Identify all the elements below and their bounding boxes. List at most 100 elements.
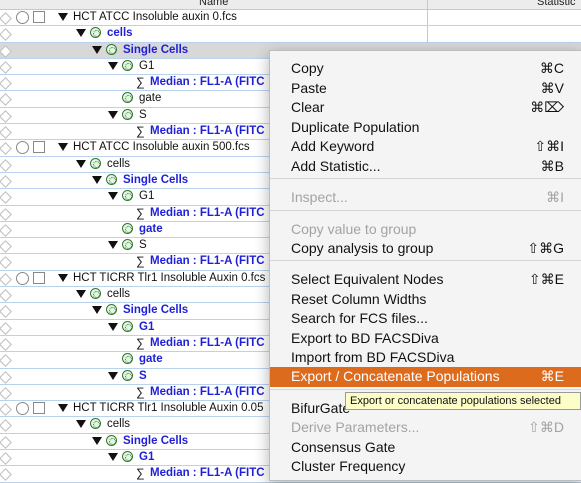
disclosure-triangle-icon[interactable] xyxy=(92,45,102,54)
disclosure-triangle-icon[interactable] xyxy=(76,159,86,168)
disclosure-triangle-icon[interactable] xyxy=(108,371,118,380)
diamond-icon xyxy=(0,354,12,368)
menu-item-consensus-gate[interactable]: Consensus Gate xyxy=(270,438,581,458)
menu-item-label: Copy xyxy=(291,60,324,76)
gate-label: Single Cells xyxy=(123,173,189,186)
checkbox-icon[interactable] xyxy=(33,271,45,284)
tooltip: Export or concatenate populations select… xyxy=(345,392,581,410)
diamond-icon xyxy=(0,142,12,156)
name-column-header[interactable]: Name xyxy=(199,0,228,8)
menu-item-shortcut: ⇧⌘D xyxy=(528,419,564,435)
statistic-label: Median : FL1-A (FITC xyxy=(150,255,265,268)
menu-item-shortcut: ⌘⌦ xyxy=(530,99,564,115)
gate-label: G1 xyxy=(139,451,155,464)
menu-separator xyxy=(270,389,581,390)
gate-icon xyxy=(122,59,133,71)
menu-item-label: Search for FCS files... xyxy=(291,310,428,326)
menu-item-cluster-frequency[interactable]: Cluster Frequency xyxy=(270,457,581,477)
diamond-icon xyxy=(0,12,12,25)
diamond-icon xyxy=(0,93,12,107)
disclosure-triangle-icon[interactable] xyxy=(76,29,86,38)
disclosure-triangle-icon[interactable] xyxy=(92,175,102,184)
disclosure-triangle-icon[interactable] xyxy=(58,404,68,413)
diamond-icon xyxy=(0,28,12,42)
gate-label: S xyxy=(139,108,147,121)
menu-item-label: Duplicate Population xyxy=(291,119,420,135)
statistic-label: Median : FL1-A (FITC xyxy=(150,125,265,138)
disclosure-triangle-icon[interactable] xyxy=(108,61,118,70)
gate-icon xyxy=(90,418,101,430)
disclosure-triangle-icon[interactable] xyxy=(92,436,102,445)
menu-item-export-concatenate-populations[interactable]: Export / Concatenate Populations ⌘E xyxy=(270,367,581,387)
menu-item-paste[interactable]: Paste ⌘V xyxy=(270,79,581,99)
gate-label: Single Cells xyxy=(123,434,189,447)
gate-label: G1 xyxy=(139,320,155,333)
disclosure-triangle-icon[interactable] xyxy=(76,420,86,429)
radio-circle-icon[interactable] xyxy=(16,141,29,155)
gate-label: gate xyxy=(139,353,163,366)
menu-item-label: Copy analysis to group xyxy=(291,240,434,256)
diamond-icon xyxy=(0,452,12,465)
menu-item-search-for-fcs-files[interactable]: Search for FCS files... xyxy=(270,309,581,329)
diamond-icon xyxy=(0,256,12,270)
disclosure-triangle-icon[interactable] xyxy=(108,453,118,462)
disclosure-triangle-icon[interactable] xyxy=(108,192,118,201)
menu-item-add-statistic[interactable]: Add Statistic... ⌘B xyxy=(270,157,581,177)
menu-item-label: Cluster Frequency xyxy=(291,458,406,474)
disclosure-triangle-icon[interactable] xyxy=(108,110,118,119)
disclosure-triangle-icon[interactable] xyxy=(108,241,118,250)
diamond-icon xyxy=(0,175,12,188)
disclosure-triangle-icon[interactable] xyxy=(58,143,68,152)
gate-icon xyxy=(122,369,133,381)
menu-item-copy-analysis-to-group[interactable]: Copy analysis to group ⇧⌘G xyxy=(270,239,581,259)
column-header: Name Statistic xyxy=(0,0,581,10)
menu-item-clear[interactable]: Clear ⌘⌦ xyxy=(270,98,581,118)
sigma-icon: ∑ xyxy=(136,75,145,90)
checkbox-icon[interactable] xyxy=(33,402,45,415)
diamond-icon xyxy=(0,240,12,254)
diamond-icon xyxy=(0,419,12,433)
sample-label: HCT ATCC Insoluble auxin 500.fcs xyxy=(73,141,250,154)
menu-item-copy[interactable]: Copy ⌘C xyxy=(270,59,581,79)
menu-item-export-to-bd-facsdiva[interactable]: Export to BD FACSDiva xyxy=(270,329,581,349)
gate-label: cells xyxy=(107,418,131,431)
menu-item-shortcut: ⌘V xyxy=(540,80,564,96)
menu-item-label: Paste xyxy=(291,80,327,96)
menu-item-copy-value-to-group: Copy value to group xyxy=(270,220,581,240)
disclosure-triangle-icon[interactable] xyxy=(58,273,68,282)
diamond-icon xyxy=(0,126,12,139)
menu-item-select-equivalent-nodes[interactable]: Select Equivalent Nodes ⇧⌘E xyxy=(270,270,581,290)
menu-item-import-from-bd-facsdiva[interactable]: Import from BD FACSDiva xyxy=(270,348,581,368)
menu-item-label: Inspect... xyxy=(291,189,348,205)
disclosure-triangle-icon[interactable] xyxy=(76,290,86,299)
disclosure-triangle-icon[interactable] xyxy=(92,306,102,315)
gate-label: cells xyxy=(107,157,131,170)
menu-item-derive-parameters: Derive Parameters... ⇧⌘D xyxy=(270,418,581,438)
radio-circle-icon[interactable] xyxy=(16,402,29,416)
gate-icon xyxy=(122,92,133,104)
diamond-icon xyxy=(0,191,12,205)
menu-item-duplicate-population[interactable]: Duplicate Population xyxy=(270,118,581,138)
checkbox-icon[interactable] xyxy=(33,11,45,23)
menu-item-add-keyword[interactable]: Add Keyword ⇧⌘I xyxy=(270,137,581,157)
disclosure-triangle-icon[interactable] xyxy=(58,13,68,21)
menu-item-shortcut: ⇧⌘E xyxy=(528,271,564,287)
sigma-icon: ∑ xyxy=(136,124,145,139)
statistic-label: Median : FL1-A (FITC xyxy=(150,206,265,219)
radio-circle-icon[interactable] xyxy=(16,11,29,24)
table-row[interactable]: cells xyxy=(0,26,581,43)
statistic-column-header[interactable]: Statistic xyxy=(537,0,576,8)
sigma-icon: ∑ xyxy=(136,466,145,481)
menu-item-reset-column-widths[interactable]: Reset Column Widths xyxy=(270,290,581,310)
checkbox-icon[interactable] xyxy=(33,141,45,154)
gate-label: Single Cells xyxy=(123,43,189,56)
gate-label: G1 xyxy=(139,59,155,72)
diamond-icon xyxy=(0,403,12,416)
disclosure-triangle-icon[interactable] xyxy=(108,322,118,331)
sample-row[interactable]: HCT ATCC Insoluble auxin 0.fcs xyxy=(0,10,581,27)
menu-item-label: Add Statistic... xyxy=(291,158,381,174)
gate-icon xyxy=(90,157,101,169)
statistic-label: Median : FL1-A (FITC xyxy=(150,76,265,89)
menu-item-label: Import from BD FACSDiva xyxy=(291,349,455,365)
radio-circle-icon[interactable] xyxy=(16,271,29,285)
